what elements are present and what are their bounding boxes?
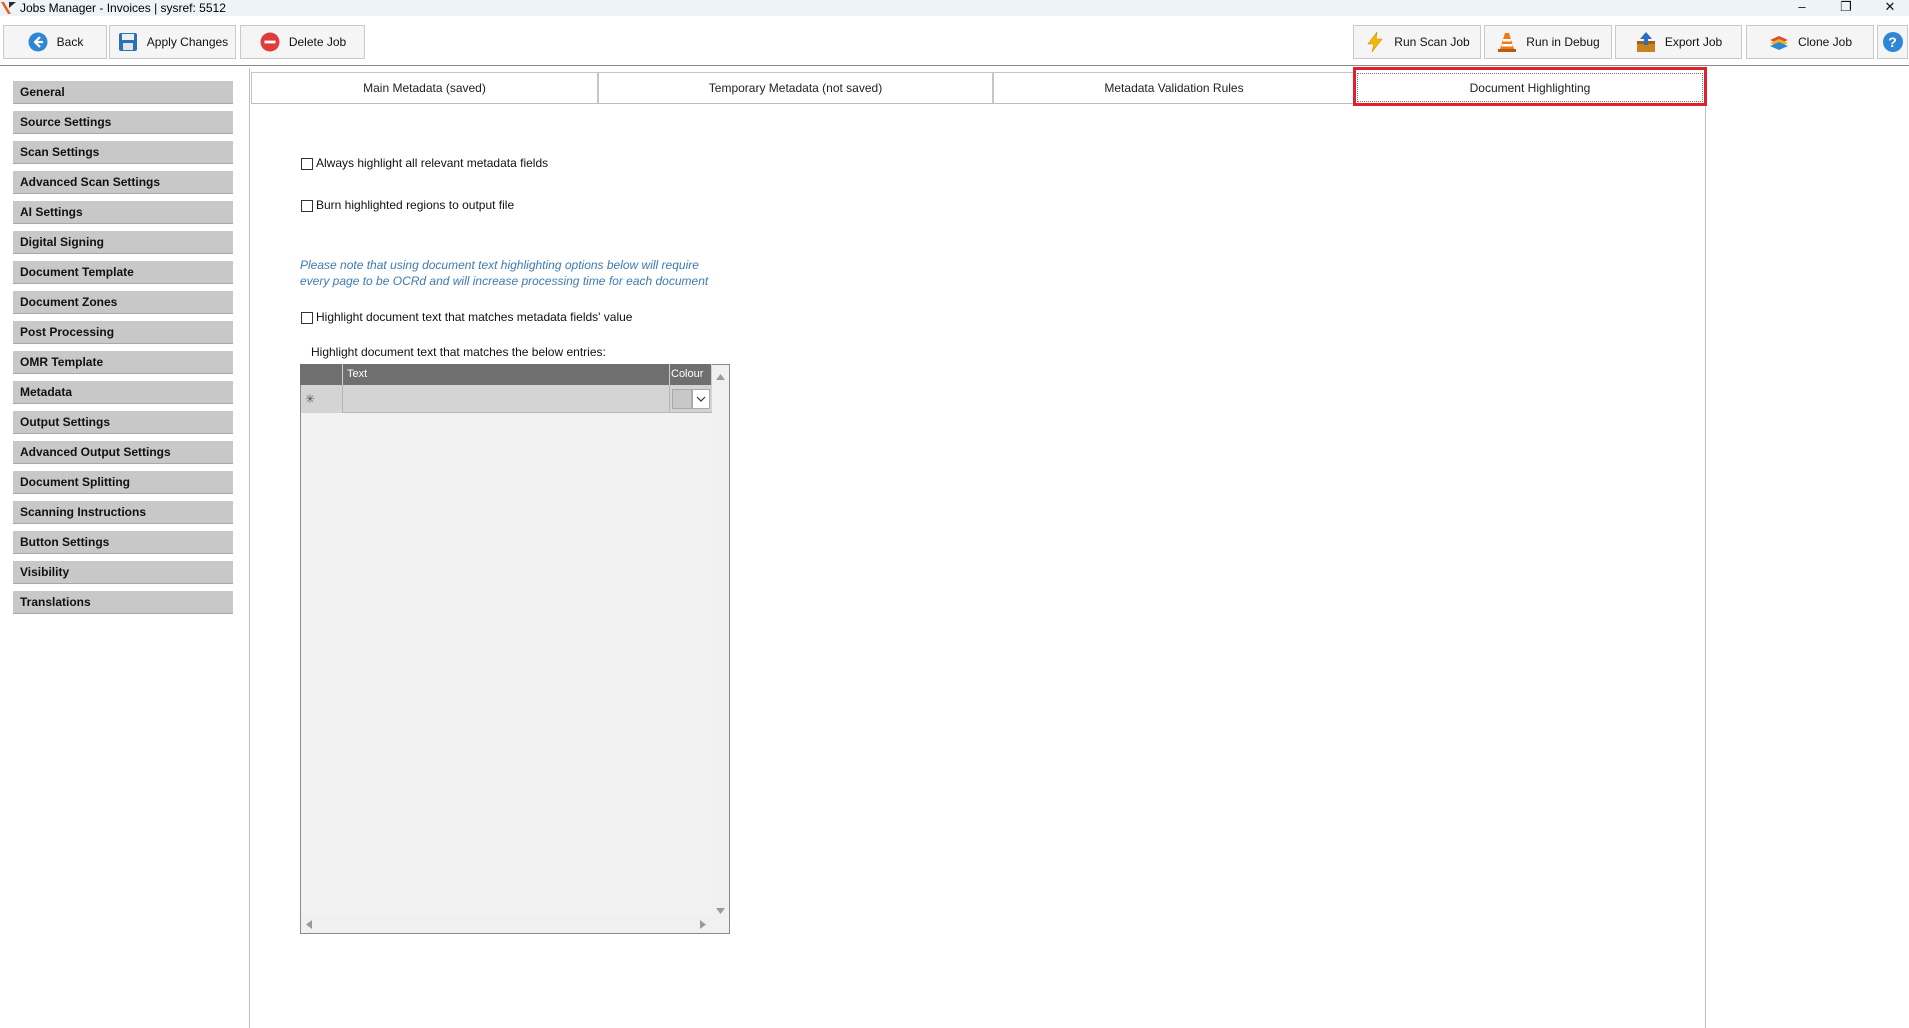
sidebar-item-general[interactable]: General [13, 81, 233, 104]
back-arrow-icon [27, 31, 49, 53]
new-row-text-cell[interactable] [343, 385, 670, 413]
entries-label: Highlight document text that matches the… [311, 345, 606, 359]
grid-vertical-scrollbar[interactable] [712, 365, 729, 920]
run-in-debug-button[interactable]: Run in Debug [1484, 25, 1612, 59]
ocr-note-line-2: every page to be OCRd and will increase … [300, 274, 709, 288]
tab-metadata-validation-rules[interactable]: Metadata Validation Rules [993, 72, 1355, 103]
app-logo-icon [0, 1, 18, 15]
burn-regions-checkbox[interactable] [301, 200, 313, 212]
active-tab-highlight-frame [1353, 67, 1707, 106]
export-job-button[interactable]: Export Job [1615, 25, 1742, 59]
apply-changes-label: Apply Changes [146, 35, 229, 49]
export-job-label: Export Job [1664, 35, 1723, 49]
lightning-icon [1364, 31, 1386, 53]
restore-button[interactable]: ❐ [1830, 0, 1862, 16]
sidebar-item-document-template[interactable]: Document Template [13, 261, 233, 284]
sidebar-item-output-settings[interactable]: Output Settings [13, 411, 233, 434]
sidebar-item-post-processing[interactable]: Post Processing [13, 321, 233, 344]
delete-minus-icon [259, 31, 281, 53]
help-icon: ? [1882, 32, 1903, 52]
ocr-processing-note: Please note that using document text hig… [300, 257, 740, 289]
sidebar-item-omr-template[interactable]: OMR Template [13, 351, 233, 374]
export-box-icon [1635, 31, 1657, 53]
highlight-entries-grid[interactable] [300, 364, 730, 934]
tab-main-metadata[interactable]: Main Metadata (saved) [251, 72, 598, 103]
sidebar-item-translations[interactable]: Translations [13, 591, 233, 614]
tab-temporary-metadata[interactable]: Temporary Metadata (not saved) [598, 72, 993, 103]
sidebar-item-scan-settings[interactable]: Scan Settings [13, 141, 233, 164]
back-label: Back [56, 35, 84, 49]
back-button[interactable]: Back [3, 25, 107, 59]
sidebar-item-ai-settings[interactable]: AI Settings [13, 201, 233, 224]
minimize-button[interactable]: – [1786, 0, 1818, 16]
scroll-left-icon[interactable] [306, 920, 312, 931]
colour-dropdown-button[interactable] [692, 389, 710, 409]
delete-job-button[interactable]: Delete Job [240, 25, 365, 59]
colour-swatch[interactable] [672, 389, 692, 409]
layers-icon [1768, 31, 1790, 53]
match-metadata-checkbox[interactable] [301, 312, 313, 324]
title-bar [0, 0, 1909, 16]
grid-horizontal-scrollbar[interactable] [301, 915, 712, 933]
scroll-right-icon[interactable] [700, 920, 706, 931]
clone-job-label: Clone Job [1797, 35, 1853, 49]
sidebar-item-scanning-instructions[interactable]: Scanning Instructions [13, 501, 233, 524]
delete-job-label: Delete Job [288, 35, 347, 49]
sidebar-item-button-settings[interactable]: Button Settings [13, 531, 233, 554]
sidebar-item-visibility[interactable]: Visibility [13, 561, 233, 584]
apply-changes-button[interactable]: Apply Changes [109, 25, 236, 59]
scroll-up-icon[interactable] [716, 372, 725, 382]
sidebar-item-metadata[interactable]: Metadata [13, 381, 233, 404]
sidebar-item-document-zones[interactable]: Document Zones [13, 291, 233, 314]
run-scan-job-button[interactable]: Run Scan Job [1353, 25, 1481, 59]
sidebar-item-source-settings[interactable]: Source Settings [13, 111, 233, 134]
ocr-note-line-1: Please note that using document text hig… [300, 258, 699, 272]
always-highlight-checkbox[interactable] [301, 158, 313, 170]
close-button[interactable]: ✕ [1874, 0, 1906, 16]
grid-column-header-text[interactable]: Text [343, 364, 670, 385]
traffic-cone-icon [1496, 31, 1518, 53]
grid-header-row-selector [301, 364, 343, 385]
sidebar-item-advanced-scan-settings[interactable]: Advanced Scan Settings [13, 171, 233, 194]
clone-job-button[interactable]: Clone Job [1746, 25, 1874, 59]
always-highlight-label: Always highlight all relevant metadata f… [316, 156, 549, 170]
scroll-down-icon[interactable] [716, 906, 725, 916]
run-scan-job-label: Run Scan Job [1394, 35, 1470, 49]
help-button[interactable]: ? [1877, 25, 1908, 59]
save-disk-icon [117, 31, 139, 53]
run-in-debug-label: Run in Debug [1526, 35, 1600, 49]
sidebar-item-advanced-output-settings[interactable]: Advanced Output Settings [13, 441, 233, 464]
sidebar-item-document-splitting[interactable]: Document Splitting [13, 471, 233, 494]
window-title: Jobs Manager - Invoices | sysref: 5512 [20, 1, 226, 15]
burn-regions-label: Burn highlighted regions to output file [316, 198, 515, 212]
grid-column-header-colour[interactable]: Colour [670, 364, 712, 385]
chevron-down-icon [696, 396, 706, 402]
sidebar-item-digital-signing[interactable]: Digital Signing [13, 231, 233, 254]
new-row-marker: ✳ [301, 385, 343, 413]
match-metadata-label: Highlight document text that matches met… [316, 310, 633, 324]
